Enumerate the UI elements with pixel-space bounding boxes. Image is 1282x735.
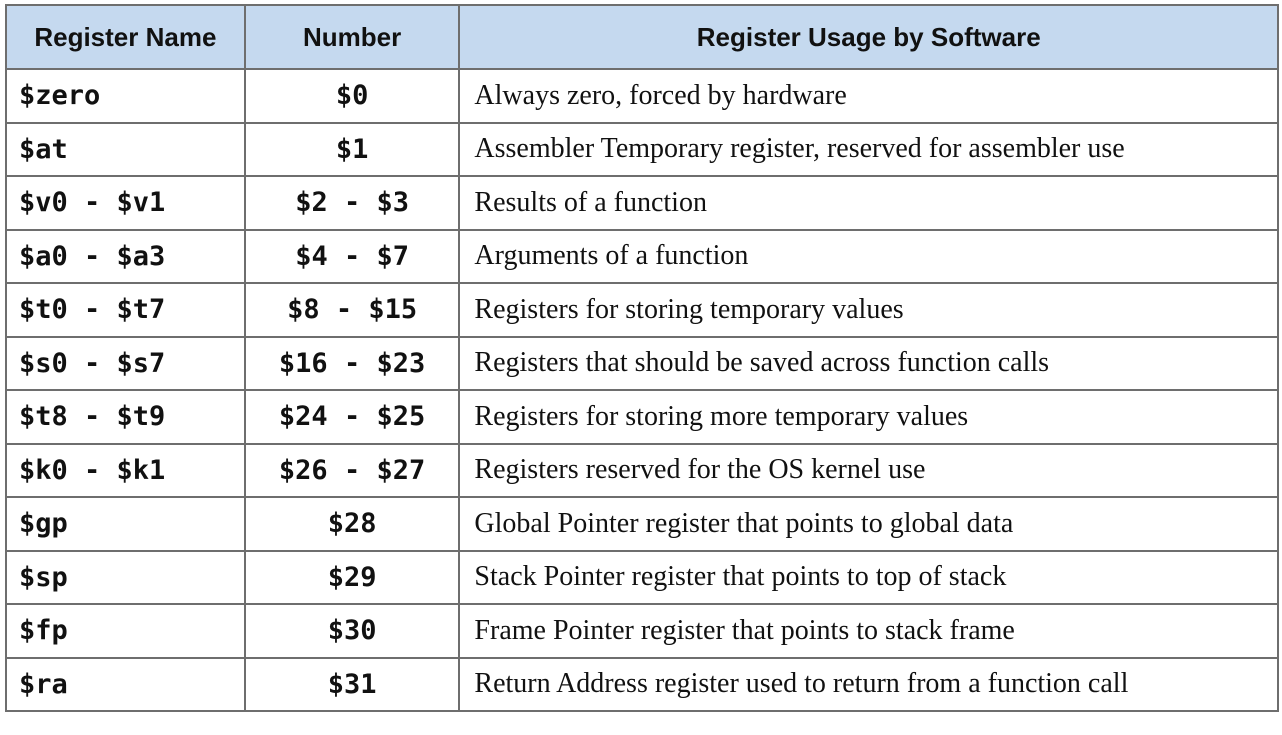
register-usage-cell: Frame Pointer register that points to st… — [458, 603, 1279, 659]
register-name-cell: $v0 - $v1 — [5, 175, 246, 231]
table-row: $t0 - $t7 $8 - $15 Registers for storing t… — [5, 282, 1279, 338]
register-usage-cell: Assembler Temporary register, reserved f… — [458, 121, 1279, 177]
register-number-cell: $28 — [243, 496, 461, 552]
register-number-cell: $1 — [243, 121, 461, 177]
register-number-cell: $29 — [243, 549, 461, 605]
register-name-cell: $sp — [5, 549, 246, 605]
table-header: Register Name Number Register Usage by S… — [5, 4, 1279, 70]
register-usage-cell: Global Pointer register that points to g… — [458, 496, 1279, 552]
register-name-cell: $k0 - $k1 — [5, 442, 246, 498]
register-name-cell: $zero — [5, 68, 246, 124]
register-usage-cell: Registers for storing temporary values — [458, 282, 1279, 338]
register-name-cell: $gp — [5, 496, 246, 552]
table-row: $ra $31 Return Address register used to re… — [5, 656, 1279, 712]
register-usage-cell: Results of a function — [458, 175, 1279, 231]
header-row: Register Name Number Register Usage by S… — [5, 4, 1279, 70]
header-register-usage: Register Usage by Software — [458, 4, 1279, 70]
register-usage-cell: Stack Pointer register that points to to… — [458, 549, 1279, 605]
register-number-cell: $8 - $15 — [243, 282, 461, 338]
table-row: $k0 - $k1 $26 - $27 Registers reserved for… — [5, 442, 1279, 498]
table-row: $s0 - $s7 $16 - $23 Registers that should … — [5, 335, 1279, 391]
register-number-cell: $31 — [243, 656, 461, 712]
register-number-cell: $30 — [243, 603, 461, 659]
header-register-name: Register Name — [5, 4, 246, 70]
register-usage-cell: Registers that should be saved across fu… — [458, 335, 1279, 391]
register-usage-cell: Registers for storing more temporary val… — [458, 389, 1279, 445]
table-row: $t8 - $t9 $24 - $25 Registers for storing … — [5, 389, 1279, 445]
header-number: Number — [243, 4, 461, 70]
table-row: $v0 - $v1 $2 - $3 Results of a function — [5, 175, 1279, 231]
register-number-cell: $16 - $23 — [243, 335, 461, 391]
register-usage-cell: Return Address register used to return f… — [458, 656, 1279, 712]
table-row: $at $1 Assembler Temporary register, reser… — [5, 121, 1279, 177]
register-usage-cell: Arguments of a function — [458, 228, 1279, 284]
register-usage-cell: Registers reserved for the OS kernel use — [458, 442, 1279, 498]
table-row: $zero $0 Always zero, forced by hardware — [5, 68, 1279, 124]
register-name-cell: $fp — [5, 603, 246, 659]
table-row: $gp $28 Global Pointer register that point… — [5, 496, 1279, 552]
register-name-cell: $at — [5, 121, 246, 177]
register-name-cell: $s0 - $s7 — [5, 335, 246, 391]
register-number-cell: $26 - $27 — [243, 442, 461, 498]
register-number-cell: $4 - $7 — [243, 228, 461, 284]
register-number-cell: $0 — [243, 68, 461, 124]
table-row: $a0 - $a3 $4 - $7 Arguments of a function — [5, 228, 1279, 284]
table-row: $sp $29 Stack Pointer register that points… — [5, 549, 1279, 605]
register-usage-cell: Always zero, forced by hardware — [458, 68, 1279, 124]
table-row: $fp $30 Frame Pointer register that points… — [5, 603, 1279, 659]
register-name-cell: $t0 - $t7 — [5, 282, 246, 338]
register-number-cell: $24 - $25 — [243, 389, 461, 445]
table-body: $zero $0 Always zero, forced by hardware $a… — [5, 68, 1279, 712]
register-name-cell: $t8 - $t9 — [5, 389, 246, 445]
register-table: Register Name Number Register Usage by S… — [5, 4, 1279, 712]
register-number-cell: $2 - $3 — [243, 175, 461, 231]
register-name-cell: $a0 - $a3 — [5, 228, 246, 284]
register-name-cell: $ra — [5, 656, 246, 712]
